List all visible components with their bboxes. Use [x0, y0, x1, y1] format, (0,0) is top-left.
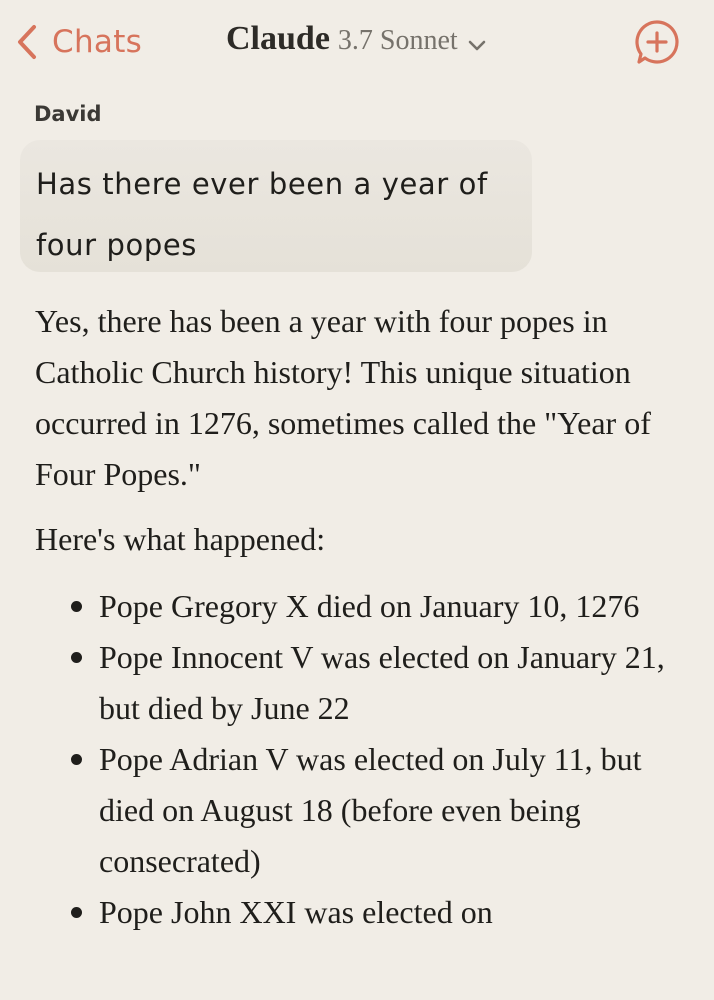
back-label: Chats	[52, 24, 143, 60]
list-item: Pope Gregory X died on January 10, 1276	[71, 581, 685, 632]
bullet-dot	[71, 652, 82, 663]
chevron-left-icon	[18, 25, 36, 59]
bullet-dot	[71, 754, 82, 765]
top-bar: Chats Claude 3.7 Sonnet	[0, 0, 714, 88]
new-chat-button[interactable]	[633, 18, 681, 66]
assistant-reply: Yes, there has been a year with four pop…	[35, 296, 685, 938]
reply-bullet-list: Pope Gregory X died on January 10, 1276 …	[35, 581, 685, 938]
message-author: David	[34, 102, 102, 126]
reply-lead: Here's what happened:	[35, 521, 326, 557]
user-message-bubble: Has there ever been a year of four popes	[20, 140, 532, 272]
list-item-text: Pope Innocent V was elected on January 2…	[99, 639, 665, 726]
model-name: 3.7 Sonnet	[337, 25, 458, 56]
model-selector[interactable]: Claude 3.7 Sonnet	[226, 20, 488, 64]
list-item-text: Pope John XXI was elected on	[99, 894, 493, 930]
chevron-down-icon	[468, 40, 486, 51]
back-button[interactable]: Chats	[14, 20, 142, 64]
list-item: Pope Innocent V was elected on January 2…	[71, 632, 685, 734]
list-item-text: Pope Gregory X died on January 10, 1276	[99, 588, 640, 624]
list-item: Pope Adrian V was elected on July 11, bu…	[71, 734, 685, 887]
bullet-dot	[71, 907, 82, 918]
user-message-text: Has there ever been a year of four popes	[36, 167, 488, 262]
plus-chat-bubble-icon	[635, 20, 679, 64]
reply-intro: Yes, there has been a year with four pop…	[35, 303, 651, 492]
bullet-dot	[71, 601, 82, 612]
app-title: Claude	[226, 20, 330, 57]
list-item: Pope John XXI was elected on	[71, 887, 685, 938]
list-item-text: Pope Adrian V was elected on July 11, bu…	[99, 741, 642, 879]
